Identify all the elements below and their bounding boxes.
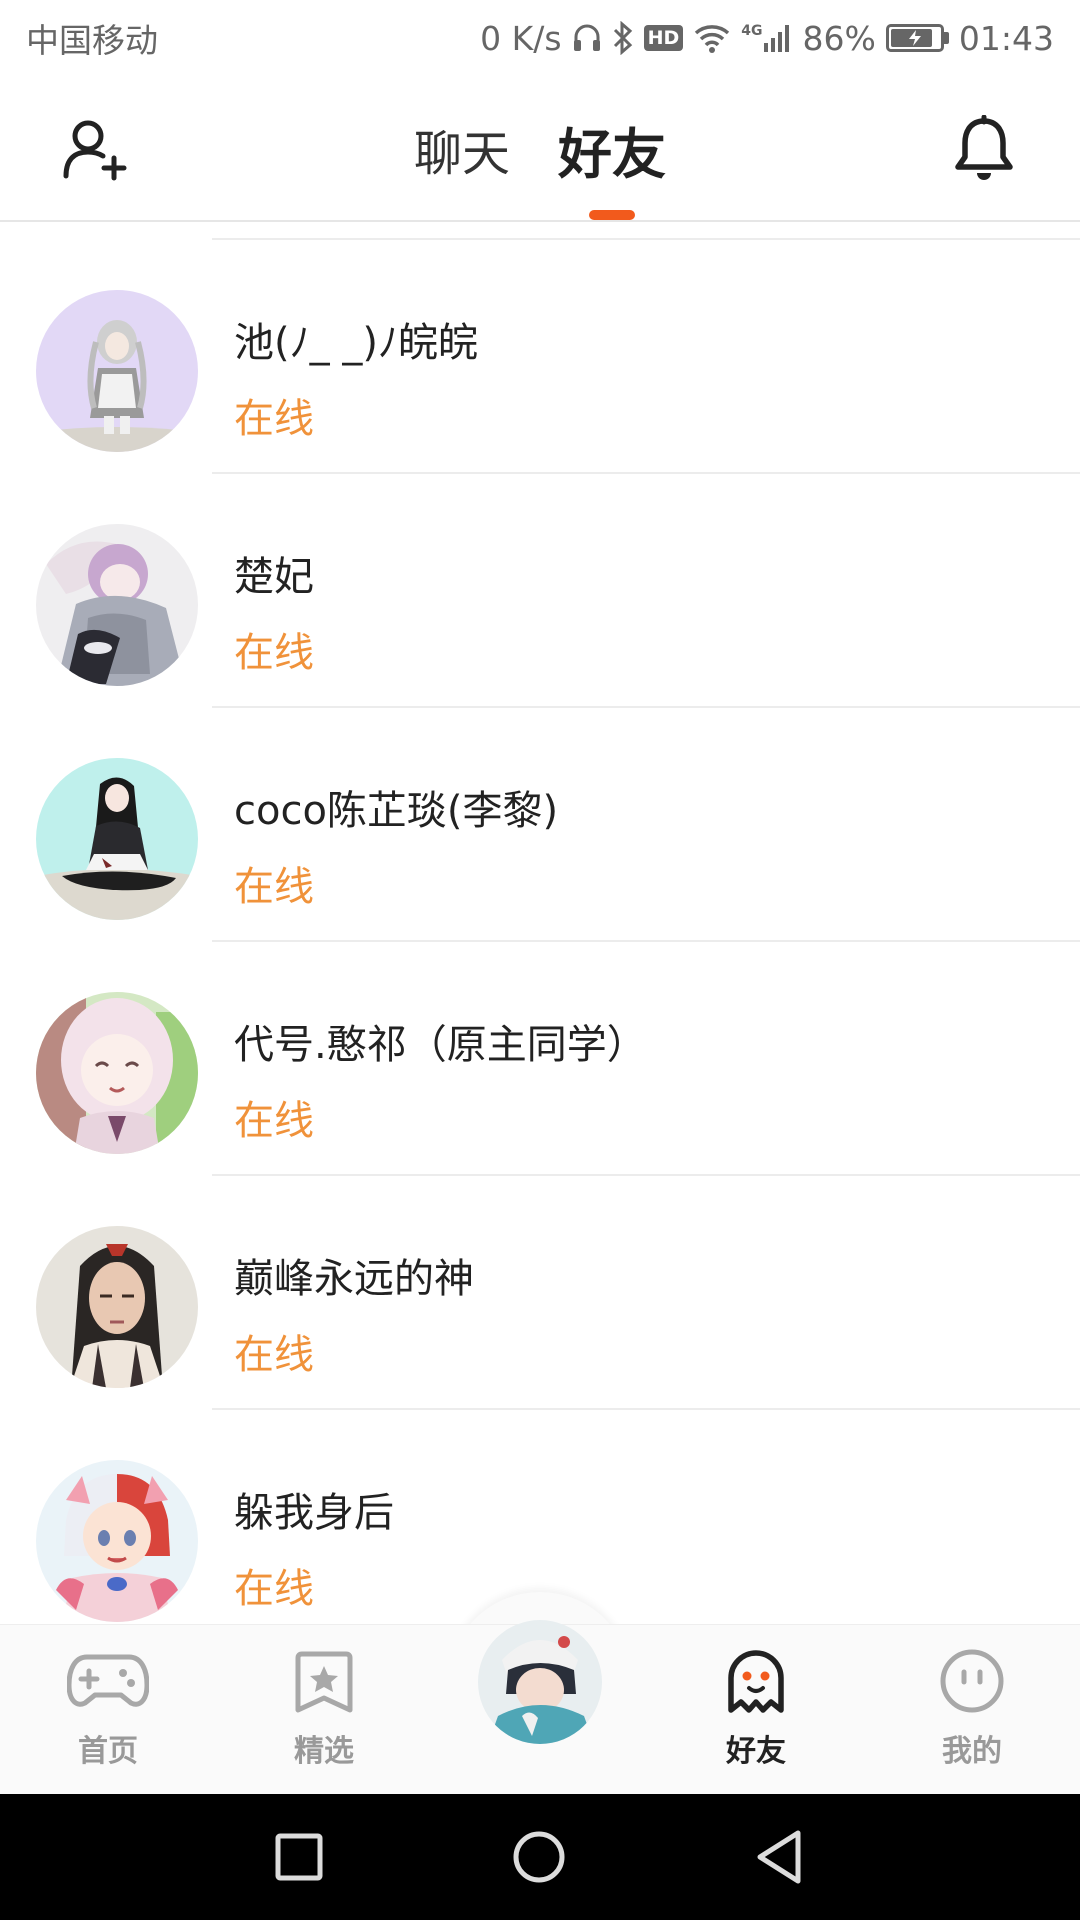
active-tab-indicator <box>589 210 635 220</box>
nav-home[interactable]: 首页 <box>28 1640 188 1780</box>
friend-name: 躲我身后 <box>234 1490 394 1536</box>
friend-item[interactable]: 楚妃 在线 <box>0 474 1080 708</box>
friend-name: 巅峰永远的神 <box>234 1256 474 1302</box>
nav-featured-label: 精选 <box>294 1734 354 1769</box>
clock: 01:43 <box>958 18 1054 58</box>
nav-profile[interactable]: 我的 <box>892 1640 1052 1780</box>
tab-friends[interactable]: 好友 <box>558 76 666 222</box>
carrier-label: 中国移动 <box>26 21 158 60</box>
nav-friends-label: 好友 <box>726 1726 786 1776</box>
friend-item[interactable]: 池(ﾉ_ _)ﾉ皖皖 在线 <box>0 240 1080 474</box>
nav-featured[interactable]: 精选 <box>244 1640 404 1780</box>
bell-icon <box>955 115 1013 180</box>
notification-button[interactable] <box>948 112 1020 184</box>
friend-list: 池(ﾉ_ _)ﾉ皖皖 在线 楚妃 在线 coco陈芷琰(李黎) 在线 代号.憨祁… <box>0 224 1080 1624</box>
recent-apps-icon <box>275 1833 323 1881</box>
recent-apps-button[interactable] <box>266 1824 332 1890</box>
battery-percent: 86% <box>802 18 876 58</box>
tab-chat-label: 聊天 <box>413 126 510 182</box>
friend-avatar <box>36 1226 198 1388</box>
back-button[interactable] <box>746 1824 812 1890</box>
network-type: 4G <box>741 23 763 39</box>
status-bar: 中国移动 0 K/s HD 4G 86% 01:43 <box>0 0 1080 76</box>
friend-status: 在线 <box>234 396 314 442</box>
face-icon <box>931 1640 1013 1722</box>
friend-status: 在线 <box>234 1332 314 1378</box>
friend-avatar <box>36 524 198 686</box>
friend-name: 池(ﾉ_ _)ﾉ皖皖 <box>234 320 478 366</box>
tab-bar: 聊天 好友 <box>0 76 1080 222</box>
friend-avatar <box>36 758 198 920</box>
tab-chat[interactable]: 聊天 <box>414 76 510 222</box>
nav-friends-label-text: 好友 <box>726 1734 786 1769</box>
nav-home-label: 首页 <box>78 1734 138 1769</box>
tab-friends-label: 好友 <box>558 122 666 186</box>
friend-name: coco陈芷琰(李黎) <box>234 788 559 834</box>
gamepad-icon <box>67 1640 149 1722</box>
star-bookmark-icon <box>283 1640 365 1722</box>
friend-avatar <box>36 1460 198 1622</box>
hd-badge: HD <box>643 25 684 51</box>
friend-avatar <box>36 992 198 1154</box>
nav-profile-label: 我的 <box>942 1734 1002 1769</box>
home-circle-icon <box>513 1831 565 1883</box>
net-speed: 0 K/s <box>480 18 562 58</box>
system-nav-bar <box>0 1794 1080 1920</box>
headphones-icon <box>572 22 602 54</box>
friend-item[interactable]: coco陈芷琰(李黎) 在线 <box>0 708 1080 942</box>
ghost-icon <box>715 1640 797 1722</box>
friend-name: 楚妃 <box>234 554 314 600</box>
center-user-avatar[interactable] <box>478 1620 602 1744</box>
signal-icon: 4G <box>741 23 792 53</box>
nav-friends[interactable]: 好友 <box>676 1640 836 1780</box>
bluetooth-icon <box>612 21 634 55</box>
home-button[interactable] <box>506 1824 572 1890</box>
wifi-icon <box>693 23 731 53</box>
friend-status: 在线 <box>234 1566 314 1612</box>
friend-status: 在线 <box>234 630 314 676</box>
back-triangle-icon <box>757 1830 801 1884</box>
friend-name: 代号.憨祁（原主同学） <box>234 1022 647 1068</box>
app-header: 聊天 好友 <box>0 76 1080 222</box>
friend-item[interactable]: 巅峰永远的神 在线 <box>0 1176 1080 1410</box>
friend-status: 在线 <box>234 864 314 910</box>
battery-icon <box>885 24 949 52</box>
friend-avatar <box>36 290 198 452</box>
friend-item[interactable]: 代号.憨祁（原主同学） 在线 <box>0 942 1080 1176</box>
friend-status: 在线 <box>234 1098 314 1144</box>
